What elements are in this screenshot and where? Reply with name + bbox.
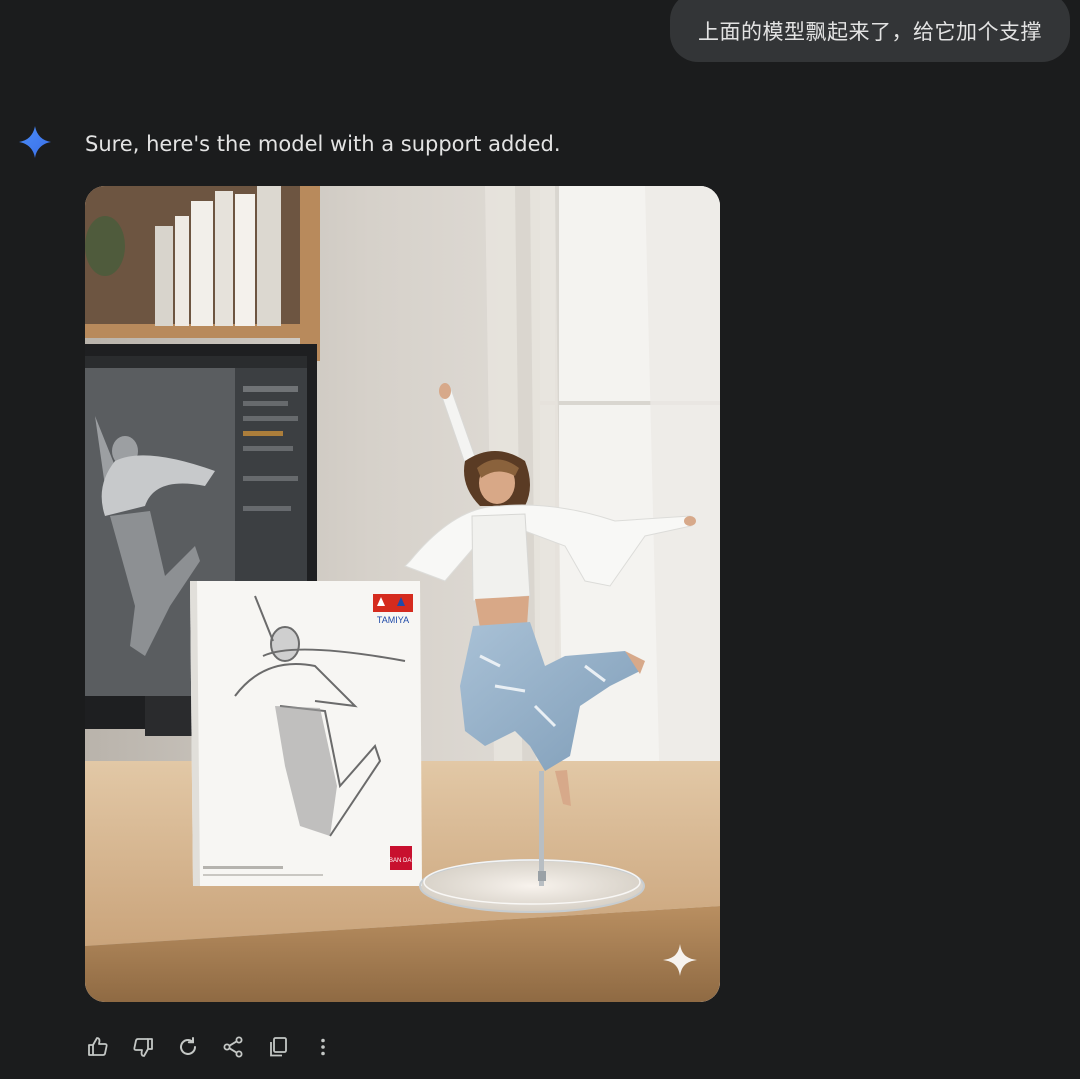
box-brand-bottom: BAN DAI: [389, 858, 413, 864]
thumbs-up-icon[interactable]: [82, 1032, 114, 1062]
chat-page: 上面的模型飘起来了，给它加个支撑 Sure, here's the model …: [0, 0, 1080, 1079]
share-icon[interactable]: [217, 1032, 249, 1062]
user-message-text: 上面的模型飘起来了，给它加个支撑: [698, 20, 1042, 44]
user-message-bubble: 上面的模型飘起来了，给它加个支撑: [670, 0, 1070, 62]
more-vert-icon[interactable]: [307, 1032, 339, 1062]
sparkle-icon: [19, 126, 51, 158]
generated-image[interactable]: TAMIYA BAN DAI: [85, 186, 720, 1002]
assistant-reply-text: Sure, here's the model with a support ad…: [85, 132, 561, 156]
copy-icon[interactable]: [262, 1032, 294, 1062]
box-brand-top: TAMIYA: [377, 615, 409, 625]
thumbs-down-icon[interactable]: [127, 1032, 159, 1062]
generated-image-scene: TAMIYA BAN DAI: [85, 186, 720, 1002]
model-box: TAMIYA BAN DAI: [190, 581, 422, 886]
regenerate-icon[interactable]: [172, 1032, 204, 1062]
response-actions: [82, 1032, 339, 1062]
